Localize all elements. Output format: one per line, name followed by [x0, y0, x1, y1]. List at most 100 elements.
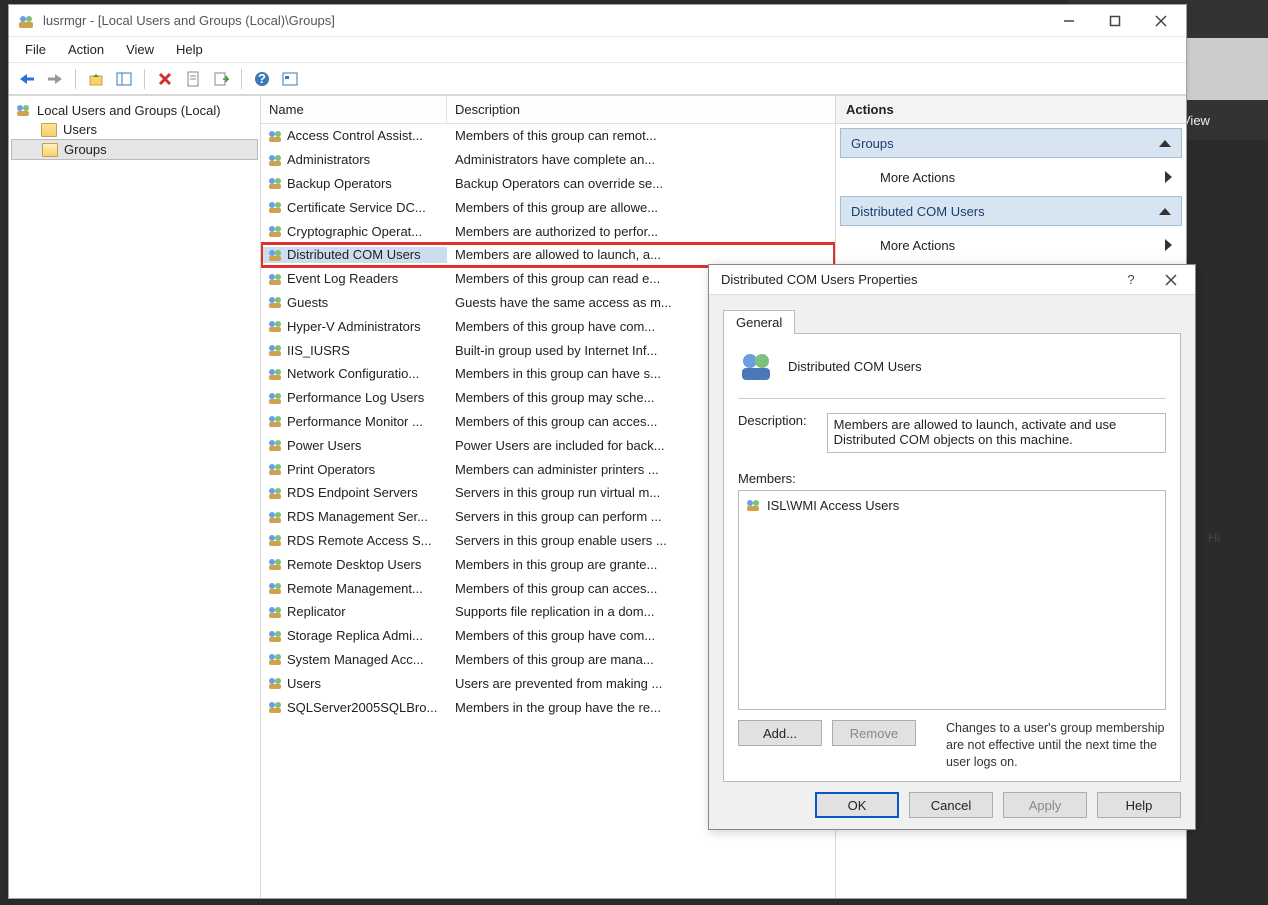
folder-icon: [41, 123, 57, 137]
group-row-icon: [267, 485, 283, 501]
back-icon[interactable]: [15, 67, 39, 91]
row-name: Network Configuratio...: [287, 366, 419, 381]
group-row-icon: [267, 199, 283, 215]
group-row-icon: [267, 699, 283, 715]
group-row-icon: [267, 390, 283, 406]
tree-item-groups[interactable]: Groups: [11, 139, 258, 160]
actions-section-groups[interactable]: Groups: [840, 128, 1182, 158]
column-name[interactable]: Name: [261, 96, 447, 123]
title-bar: lusrmgr - [Local Users and Groups (Local…: [9, 5, 1186, 37]
group-row-icon: [267, 366, 283, 382]
row-name: Access Control Assist...: [287, 128, 423, 143]
row-name: Performance Log Users: [287, 390, 424, 405]
collapse-icon: [1159, 208, 1171, 215]
help-icon[interactable]: ?: [250, 67, 274, 91]
menu-action[interactable]: Action: [58, 40, 114, 59]
member-name: ISL\WMI Access Users: [767, 498, 899, 513]
tree-root-item[interactable]: Local Users and Groups (Local): [11, 100, 258, 120]
up-folder-icon[interactable]: [84, 67, 108, 91]
row-description: Members of this group are allowe...: [447, 200, 835, 215]
group-row-icon: [267, 461, 283, 477]
group-row-icon: [267, 437, 283, 453]
row-name: Event Log Readers: [287, 271, 398, 286]
actions-section-selected[interactable]: Distributed COM Users: [840, 196, 1182, 226]
dialog-title-bar: Distributed COM Users Properties ?: [709, 265, 1195, 295]
group-row-icon: [267, 247, 283, 263]
group-row-icon: [267, 152, 283, 168]
row-name: SQLServer2005SQLBro...: [287, 700, 437, 715]
actions-more-groups[interactable]: More Actions: [840, 162, 1182, 192]
dialog-button-row: OK Cancel Apply Help: [709, 782, 1195, 829]
row-name: System Managed Acc...: [287, 652, 424, 667]
description-input[interactable]: Members are allowed to launch, activate …: [827, 413, 1166, 453]
row-name: RDS Endpoint Servers: [287, 485, 418, 500]
properties-icon[interactable]: [181, 67, 205, 91]
group-row-icon: [267, 580, 283, 596]
row-name: Distributed COM Users: [287, 247, 421, 262]
dialog-close-icon[interactable]: [1151, 266, 1191, 294]
list-row[interactable]: AdministratorsAdministrators have comple…: [261, 148, 835, 172]
svg-text:?: ?: [258, 71, 266, 86]
tab-page: Distributed COM Users Description: Membe…: [723, 333, 1181, 782]
export-icon[interactable]: [209, 67, 233, 91]
submenu-icon: [1165, 239, 1172, 251]
properties-dialog: Distributed COM Users Properties ? Gener…: [708, 264, 1196, 830]
row-name: Cryptographic Operat...: [287, 224, 422, 239]
tab-general[interactable]: General: [723, 310, 795, 334]
remove-button[interactable]: Remove: [832, 720, 916, 746]
close-icon[interactable]: [1138, 6, 1184, 36]
list-row[interactable]: Certificate Service DC...Members of this…: [261, 195, 835, 219]
group-row-icon: [267, 128, 283, 144]
ok-button[interactable]: OK: [815, 792, 899, 818]
description-label: Description:: [738, 413, 807, 428]
row-name: Remote Desktop Users: [287, 557, 421, 572]
members-list[interactable]: ISL\WMI Access Users: [738, 490, 1166, 710]
group-row-icon: [267, 413, 283, 429]
submenu-icon: [1165, 171, 1172, 183]
cancel-button[interactable]: Cancel: [909, 792, 993, 818]
delete-icon[interactable]: [153, 67, 177, 91]
add-button[interactable]: Add...: [738, 720, 822, 746]
column-description[interactable]: Description: [447, 102, 835, 117]
forward-icon[interactable]: [43, 67, 67, 91]
help-button[interactable]: Help: [1097, 792, 1181, 818]
refresh-icon[interactable]: [278, 67, 302, 91]
group-row-icon: [267, 675, 283, 691]
row-name: IIS_IUSRS: [287, 343, 350, 358]
tree-pane: Local Users and Groups (Local) Users Gro…: [9, 96, 261, 898]
dialog-title: Distributed COM Users Properties: [721, 272, 1111, 287]
group-row-icon: [267, 604, 283, 620]
row-name: Backup Operators: [287, 176, 392, 191]
menu-bar: File Action View Help: [9, 37, 1186, 63]
actions-more-selected[interactable]: More Actions: [840, 230, 1182, 260]
list-row[interactable]: Access Control Assist...Members of this …: [261, 124, 835, 148]
group-row-icon: [267, 532, 283, 548]
row-name: RDS Remote Access S...: [287, 533, 432, 548]
tree-item-users[interactable]: Users: [11, 120, 258, 139]
apply-button[interactable]: Apply: [1003, 792, 1087, 818]
row-name: Print Operators: [287, 462, 375, 477]
toolbar: ?: [9, 63, 1186, 95]
group-row-icon: [267, 294, 283, 310]
group-row-icon: [267, 509, 283, 525]
folder-open-icon: [42, 143, 58, 157]
maximize-icon[interactable]: [1092, 6, 1138, 36]
row-name: Administrators: [287, 152, 370, 167]
tree-item-label: Users: [63, 122, 97, 137]
dialog-help-icon[interactable]: ?: [1111, 266, 1151, 294]
list-row[interactable]: Cryptographic Operat...Members are autho…: [261, 219, 835, 243]
group-row-icon: [267, 556, 283, 572]
row-name: Remote Management...: [287, 581, 423, 596]
group-mgmt-icon: [15, 102, 31, 118]
show-tree-icon[interactable]: [112, 67, 136, 91]
menu-file[interactable]: File: [15, 40, 56, 59]
minimize-icon[interactable]: [1046, 6, 1092, 36]
menu-view[interactable]: View: [116, 40, 164, 59]
list-row[interactable]: Backup OperatorsBackup Operators can ove…: [261, 172, 835, 196]
menu-help[interactable]: Help: [166, 40, 213, 59]
member-item[interactable]: ISL\WMI Access Users: [743, 495, 1161, 515]
row-name: Hyper-V Administrators: [287, 319, 421, 334]
group-row-icon: [267, 342, 283, 358]
actions-title: Actions: [836, 96, 1186, 124]
row-name: Performance Monitor ...: [287, 414, 423, 429]
